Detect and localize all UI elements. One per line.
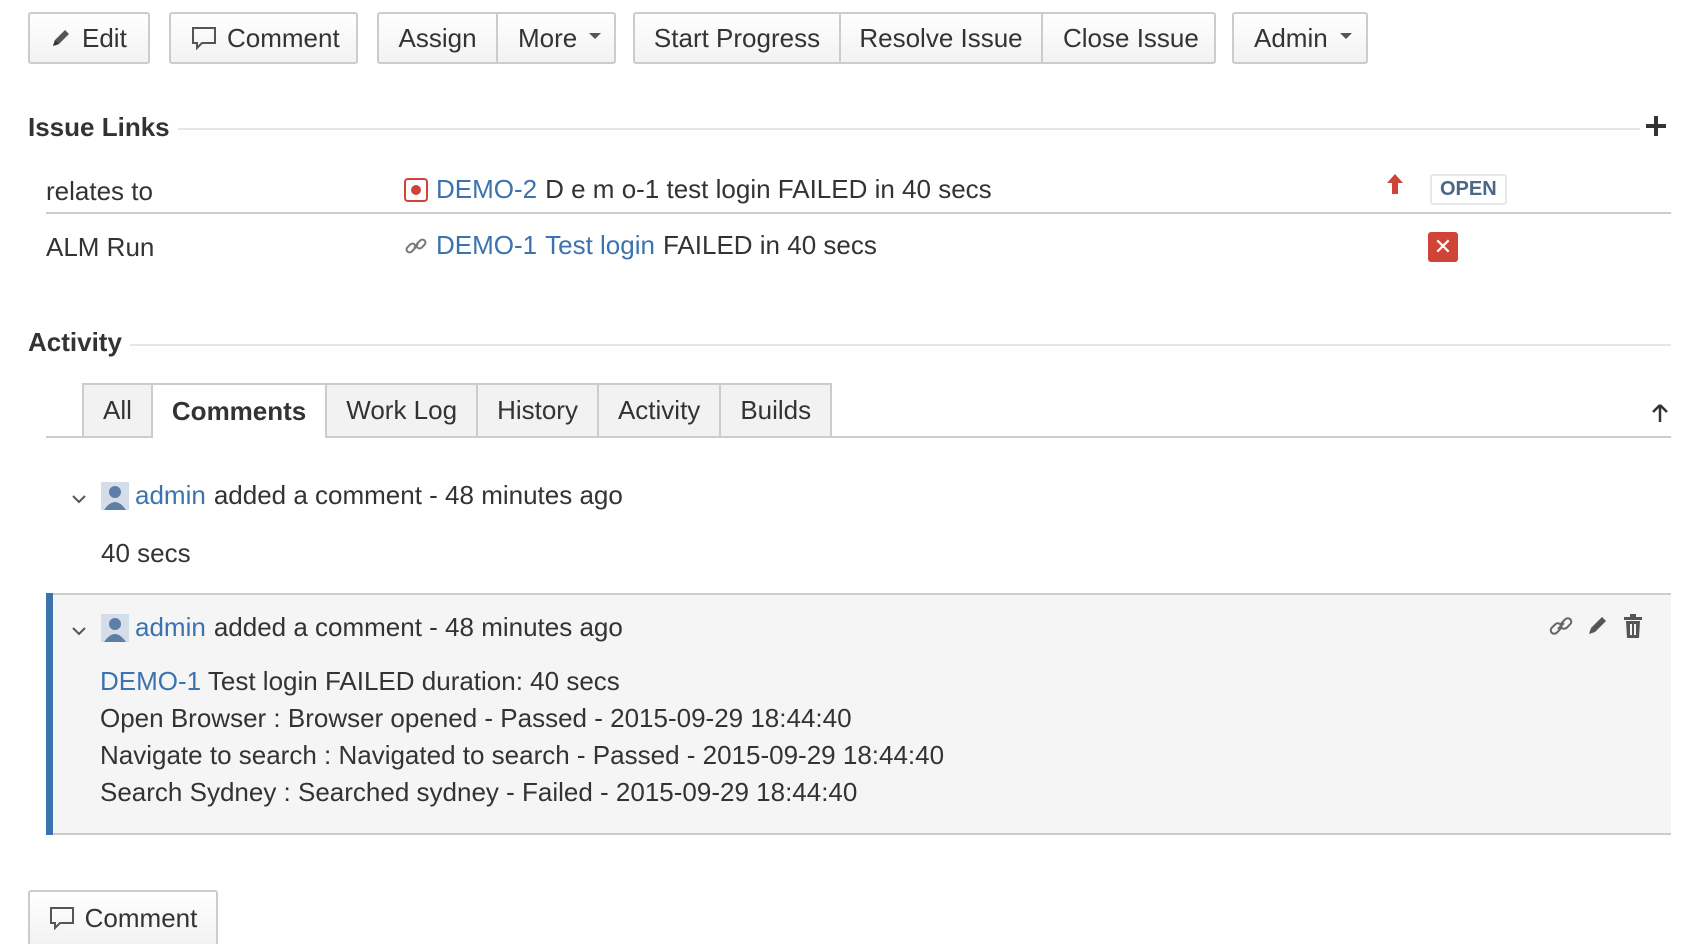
comment-button[interactable]: Comment bbox=[171, 14, 360, 62]
assign-more-group: Assign More bbox=[377, 12, 616, 64]
close-icon: ✕ bbox=[1428, 232, 1458, 262]
workflow-group: Start Progress Resolve Issue Close Issue bbox=[633, 12, 1216, 64]
comment-line: Open Browser : Browser opened - Passed -… bbox=[100, 703, 852, 733]
tab-work-log[interactable]: Work Log bbox=[325, 383, 479, 436]
comment-first-line: DEMO-1 Test login FAILED duration: 40 se… bbox=[100, 663, 944, 700]
more-label: More bbox=[518, 22, 578, 53]
comment-header: admin added a comment - 48 minutes ago bbox=[101, 480, 623, 511]
linked-issue-summary: FAILED in 40 secs bbox=[662, 230, 877, 260]
admin-dropdown[interactable]: Admin bbox=[1234, 14, 1372, 62]
add-link-icon[interactable] bbox=[1644, 114, 1668, 143]
comment-body: DEMO-1 Test login FAILED duration: 40 se… bbox=[100, 663, 944, 811]
chevron-down-icon[interactable] bbox=[71, 624, 87, 642]
section-divider bbox=[178, 128, 1640, 130]
start-progress-label: Start Progress bbox=[653, 22, 821, 53]
comment-meta: added a comment - 48 minutes ago bbox=[213, 612, 623, 642]
linked-issue-key[interactable]: DEMO-1 bbox=[436, 230, 537, 261]
linked-issue: DEMO-1 Test login FAILED in 40 secs bbox=[404, 230, 877, 261]
chevron-down-icon bbox=[589, 33, 602, 39]
section-divider bbox=[130, 344, 1671, 346]
arrow-up-icon bbox=[1384, 172, 1406, 201]
link-type-label: relates to bbox=[46, 176, 153, 206]
comment-line: Search Sydney : Searched sydney - Failed… bbox=[100, 777, 858, 807]
resolve-issue-button[interactable]: Resolve Issue bbox=[839, 14, 1041, 62]
row-divider bbox=[46, 212, 1671, 214]
resolve-issue-label: Resolve Issue bbox=[859, 22, 1023, 53]
issue-links-title: Issue Links bbox=[28, 112, 170, 142]
linked-issue-title-link[interactable]: Test login bbox=[545, 230, 655, 261]
tab-builds[interactable]: Builds bbox=[719, 383, 833, 436]
comment-meta: added a comment - 48 minutes ago bbox=[213, 480, 623, 510]
comment-icon bbox=[191, 25, 217, 51]
comment-author[interactable]: admin bbox=[135, 612, 206, 643]
tab-activity[interactable]: Activity bbox=[596, 383, 722, 436]
comment-actions bbox=[1548, 613, 1644, 639]
close-issue-button[interactable]: Close Issue bbox=[1041, 14, 1219, 62]
link-icon bbox=[404, 234, 428, 258]
assign-button[interactable]: Assign bbox=[379, 14, 496, 62]
assign-label: Assign bbox=[398, 22, 477, 53]
edit-button[interactable]: Edit bbox=[30, 14, 147, 62]
edit-group: Edit bbox=[28, 12, 150, 64]
comment-author[interactable]: admin bbox=[135, 480, 206, 511]
linked-issue-key[interactable]: DEMO-2 bbox=[436, 174, 537, 205]
linked-issue-summary: D e m o-1 test login FAILED in 40 secs bbox=[545, 174, 992, 204]
admin-label: Admin bbox=[1254, 22, 1328, 53]
linked-issue: DEMO-2 D e m o-1 test login FAILED in 40… bbox=[404, 174, 992, 205]
comment-issue-key-link[interactable]: DEMO-1 bbox=[100, 666, 201, 696]
comment-icon bbox=[49, 905, 75, 931]
status-badge: OPEN bbox=[1430, 174, 1507, 205]
permalink-icon[interactable] bbox=[1548, 613, 1574, 639]
focus-indicator bbox=[46, 593, 53, 835]
close-issue-label: Close Issue bbox=[1063, 22, 1199, 53]
add-comment-button[interactable]: Comment bbox=[28, 890, 218, 944]
pencil-icon bbox=[50, 27, 72, 49]
edit-comment-icon[interactable] bbox=[1586, 613, 1610, 639]
comment-text: 40 secs bbox=[101, 538, 191, 568]
comment-text: Test login FAILED duration: 40 secs bbox=[207, 666, 620, 696]
comment-line: Navigate to search : Navigated to search… bbox=[100, 740, 945, 770]
sort-order-arrow-icon[interactable] bbox=[1650, 402, 1670, 429]
issue-page: Edit Comment Assign More Start Progress bbox=[0, 0, 1698, 944]
delete-comment-icon[interactable] bbox=[1622, 613, 1644, 639]
tab-comments[interactable]: Comments bbox=[150, 383, 328, 438]
edit-label: Edit bbox=[82, 22, 127, 53]
tab-history[interactable]: History bbox=[476, 383, 599, 436]
comment-body: 40 secs bbox=[101, 535, 191, 572]
link-type-label: ALM Run bbox=[46, 232, 155, 262]
activity-tabs: All Comments Work Log History Activity B… bbox=[82, 383, 833, 438]
tab-all[interactable]: All bbox=[82, 383, 153, 436]
add-comment-label: Comment bbox=[84, 902, 198, 933]
bug-issue-type-icon bbox=[404, 177, 428, 202]
chevron-down-icon[interactable] bbox=[71, 492, 87, 510]
comment-header: admin added a comment - 48 minutes ago bbox=[101, 612, 623, 643]
comment-group: Comment bbox=[169, 12, 358, 64]
admin-group: Admin bbox=[1232, 12, 1368, 64]
issue-link-row: ALM Run DEMO-1 Test login FAILED in 40 s… bbox=[46, 220, 1671, 276]
more-dropdown[interactable]: More bbox=[496, 14, 621, 62]
start-progress-button[interactable]: Start Progress bbox=[635, 14, 839, 62]
avatar bbox=[101, 481, 129, 510]
avatar bbox=[101, 613, 129, 642]
chevron-down-icon bbox=[1339, 33, 1352, 39]
comment-label: Comment bbox=[227, 22, 340, 53]
activity-title: Activity bbox=[28, 327, 122, 357]
